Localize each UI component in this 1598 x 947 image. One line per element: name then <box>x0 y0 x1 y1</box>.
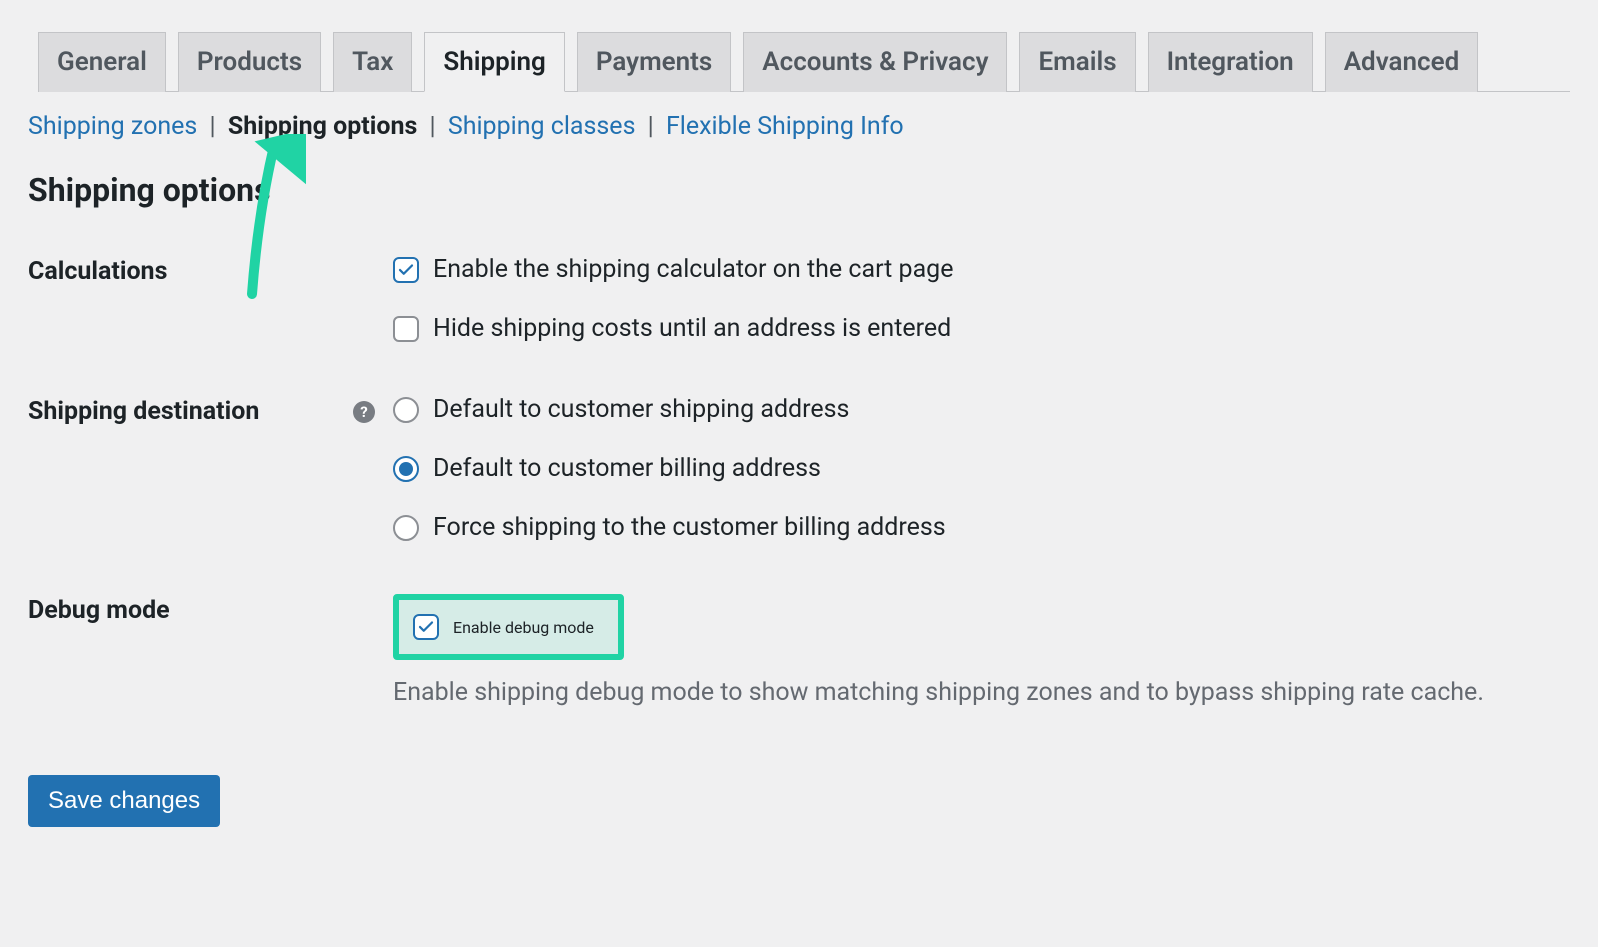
label-calculations: Calculations <box>28 255 393 286</box>
label-default-shipping-address: Default to customer shipping address <box>433 395 849 424</box>
row-shipping-destination: Shipping destination ? Default to custom… <box>28 395 1570 542</box>
label-debug-mode: Debug mode <box>28 594 393 625</box>
debug-description: Enable shipping debug mode to show match… <box>393 678 1570 707</box>
radio-default-shipping-address[interactable] <box>393 397 419 423</box>
label-enable-calculator: Enable the shipping calculator on the ca… <box>433 255 953 284</box>
checkbox-enable-debug[interactable] <box>413 614 439 640</box>
tab-general[interactable]: General <box>38 32 166 92</box>
debug-highlight-annotation: Enable debug mode <box>393 594 624 660</box>
help-icon[interactable]: ? <box>353 401 375 423</box>
tab-shipping[interactable]: Shipping <box>424 32 564 92</box>
label-force-billing-address: Force shipping to the customer billing a… <box>433 513 946 542</box>
row-calculations: Calculations Enable the shipping calcula… <box>28 255 1570 343</box>
tab-payments[interactable]: Payments <box>577 32 731 92</box>
label-shipping-destination: Shipping destination <box>28 397 259 426</box>
save-changes-button[interactable]: Save changes <box>28 775 220 827</box>
shipping-subnav: Shipping zones | Shipping options | Ship… <box>28 112 1570 141</box>
subnav-shipping-zones[interactable]: Shipping zones <box>28 112 197 141</box>
label-hide-costs: Hide shipping costs until an address is … <box>433 314 951 343</box>
label-default-billing-address: Default to customer billing address <box>433 454 821 483</box>
subnav-separator: | <box>430 112 436 141</box>
tab-emails[interactable]: Emails <box>1019 32 1135 92</box>
checkbox-hide-costs[interactable] <box>393 316 419 342</box>
radio-default-billing-address[interactable] <box>393 456 419 482</box>
tab-advanced[interactable]: Advanced <box>1325 32 1479 92</box>
settings-tabs: General Products Tax Shipping Payments A… <box>38 0 1570 92</box>
subnav-flexible-shipping-info[interactable]: Flexible Shipping Info <box>666 112 904 141</box>
subnav-separator: | <box>210 112 216 141</box>
tab-integration[interactable]: Integration <box>1148 32 1313 92</box>
subnav-shipping-classes[interactable]: Shipping classes <box>448 112 636 141</box>
page-title: Shipping options <box>28 171 1570 209</box>
subnav-separator: | <box>648 112 654 141</box>
radio-force-billing-address[interactable] <box>393 515 419 541</box>
check-icon <box>417 618 435 636</box>
tab-tax[interactable]: Tax <box>333 32 412 92</box>
label-enable-debug: Enable debug mode <box>453 618 594 637</box>
subnav-shipping-options[interactable]: Shipping options <box>228 112 417 141</box>
checkbox-enable-calculator[interactable] <box>393 257 419 283</box>
tab-accounts-privacy[interactable]: Accounts & Privacy <box>743 32 1007 92</box>
check-icon <box>397 261 415 279</box>
tab-products[interactable]: Products <box>178 32 321 92</box>
row-debug-mode: Debug mode Enable debug mode Enable ship… <box>28 594 1570 707</box>
